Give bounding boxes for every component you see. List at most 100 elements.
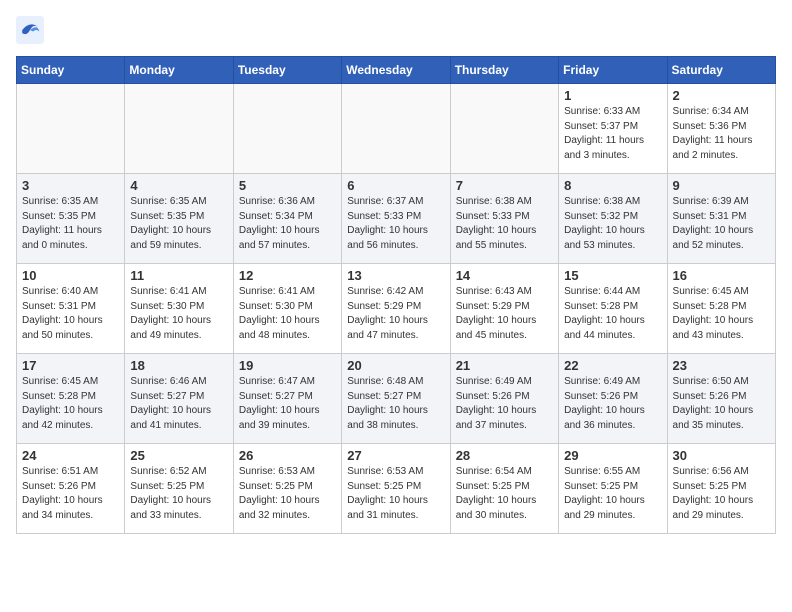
calendar-day-cell: 16Sunrise: 6:45 AM Sunset: 5:28 PM Dayli… xyxy=(667,264,775,354)
day-number: 18 xyxy=(130,358,227,373)
calendar-header: SundayMondayTuesdayWednesdayThursdayFrid… xyxy=(17,57,776,84)
weekday-header-sunday: Sunday xyxy=(17,57,125,84)
day-number: 14 xyxy=(456,268,553,283)
calendar-day-cell: 2Sunrise: 6:34 AM Sunset: 5:36 PM Daylig… xyxy=(667,84,775,174)
calendar-day-cell: 8 Sunrise: 6:38 AM Sunset: 5:32 PM Daylig… xyxy=(559,174,667,264)
day-number: 13 xyxy=(347,268,444,283)
day-info: Sunrise: 6:39 AM Sunset: 5:31 PM Dayligh… xyxy=(673,195,770,253)
calendar-day-cell: 22 Sunrise: 6:49 AM Sunset: 5:26 PM Dayli… xyxy=(559,354,667,444)
calendar-day-cell: 4 Sunrise: 6:35 AM Sunset: 5:35 PM Daylig… xyxy=(125,174,233,264)
day-number: 24 xyxy=(22,448,119,463)
day-number: 15 xyxy=(564,268,661,283)
calendar-day-cell: 7 Sunrise: 6:38 AM Sunset: 5:33 PM Daylig… xyxy=(450,174,558,264)
day-number: 8 xyxy=(564,178,661,193)
empty-cell xyxy=(233,84,341,174)
calendar-day-cell: 20 Sunrise: 6:48 AM Sunset: 5:27 PM Dayli… xyxy=(342,354,450,444)
calendar-day-cell: 17 Sunrise: 6:45 AM Sunset: 5:28 PM Dayli… xyxy=(17,354,125,444)
day-info: Sunrise: 6:45 AM Sunset: 5:28 PM Dayligh… xyxy=(673,285,770,343)
calendar-day-cell: 3 Sunrise: 6:35 AM Sunset: 5:35 PM Daylig… xyxy=(17,174,125,264)
day-info: Sunrise: 6:54 AM Sunset: 5:25 PM Dayligh… xyxy=(456,465,553,523)
day-info: Sunrise: 6:47 AM Sunset: 5:27 PM Dayligh… xyxy=(239,375,336,433)
day-info: Sunrise: 6:52 AM Sunset: 5:25 PM Dayligh… xyxy=(130,465,227,523)
calendar-day-cell: 23Sunrise: 6:50 AM Sunset: 5:26 PM Dayli… xyxy=(667,354,775,444)
day-info: Sunrise: 6:37 AM Sunset: 5:33 PM Dayligh… xyxy=(347,195,444,253)
day-number: 17 xyxy=(22,358,119,373)
calendar-week-row: 10 Sunrise: 6:40 AM Sunset: 5:31 PM Dayli… xyxy=(17,264,776,354)
day-info: Sunrise: 6:50 AM Sunset: 5:26 PM Dayligh… xyxy=(673,375,770,433)
weekday-header-thursday: Thursday xyxy=(450,57,558,84)
day-number: 9 xyxy=(673,178,770,193)
logo xyxy=(16,16,48,44)
day-number: 2 xyxy=(673,88,770,103)
day-number: 6 xyxy=(347,178,444,193)
empty-cell xyxy=(450,84,558,174)
day-info: Sunrise: 6:51 AM Sunset: 5:26 PM Dayligh… xyxy=(22,465,119,523)
day-info: Sunrise: 6:35 AM Sunset: 5:35 PM Dayligh… xyxy=(130,195,227,253)
logo-icon xyxy=(16,16,44,44)
day-number: 3 xyxy=(22,178,119,193)
day-number: 22 xyxy=(564,358,661,373)
calendar-day-cell: 27 Sunrise: 6:53 AM Sunset: 5:25 PM Dayli… xyxy=(342,444,450,534)
calendar-day-cell: 13 Sunrise: 6:42 AM Sunset: 5:29 PM Dayli… xyxy=(342,264,450,354)
day-info: Sunrise: 6:41 AM Sunset: 5:30 PM Dayligh… xyxy=(239,285,336,343)
day-info: Sunrise: 6:43 AM Sunset: 5:29 PM Dayligh… xyxy=(456,285,553,343)
calendar-day-cell: 9 Sunrise: 6:39 AM Sunset: 5:31 PM Daylig… xyxy=(667,174,775,264)
weekday-header-monday: Monday xyxy=(125,57,233,84)
calendar-day-cell: 12 Sunrise: 6:41 AM Sunset: 5:30 PM Dayli… xyxy=(233,264,341,354)
day-number: 10 xyxy=(22,268,119,283)
day-number: 19 xyxy=(239,358,336,373)
calendar-day-cell: 19 Sunrise: 6:47 AM Sunset: 5:27 PM Dayli… xyxy=(233,354,341,444)
day-info: Sunrise: 6:45 AM Sunset: 5:28 PM Dayligh… xyxy=(22,375,119,433)
calendar-day-cell: 30Sunrise: 6:56 AM Sunset: 5:25 PM Dayli… xyxy=(667,444,775,534)
day-info: Sunrise: 6:38 AM Sunset: 5:33 PM Dayligh… xyxy=(456,195,553,253)
page-header xyxy=(16,16,776,44)
day-info: Sunrise: 6:40 AM Sunset: 5:31 PM Dayligh… xyxy=(22,285,119,343)
day-info: Sunrise: 6:42 AM Sunset: 5:29 PM Dayligh… xyxy=(347,285,444,343)
day-info: Sunrise: 6:53 AM Sunset: 5:25 PM Dayligh… xyxy=(347,465,444,523)
day-info: Sunrise: 6:49 AM Sunset: 5:26 PM Dayligh… xyxy=(564,375,661,433)
calendar-day-cell: 14 Sunrise: 6:43 AM Sunset: 5:29 PM Dayli… xyxy=(450,264,558,354)
calendar-day-cell: 29Sunrise: 6:55 AM Sunset: 5:25 PM Dayli… xyxy=(559,444,667,534)
empty-cell xyxy=(342,84,450,174)
calendar-day-cell: 5Sunrise: 6:36 AM Sunset: 5:34 PM Daylig… xyxy=(233,174,341,264)
calendar-day-cell: 25 Sunrise: 6:52 AM Sunset: 5:25 PM Dayli… xyxy=(125,444,233,534)
day-number: 5 xyxy=(239,178,336,193)
day-number: 20 xyxy=(347,358,444,373)
day-number: 7 xyxy=(456,178,553,193)
calendar-day-cell: 28 Sunrise: 6:54 AM Sunset: 5:25 PM Dayli… xyxy=(450,444,558,534)
day-info: Sunrise: 6:38 AM Sunset: 5:32 PM Dayligh… xyxy=(564,195,661,253)
calendar-day-cell: 6 Sunrise: 6:37 AM Sunset: 5:33 PM Daylig… xyxy=(342,174,450,264)
day-number: 21 xyxy=(456,358,553,373)
day-number: 1 xyxy=(564,88,661,103)
day-number: 25 xyxy=(130,448,227,463)
day-info: Sunrise: 6:48 AM Sunset: 5:27 PM Dayligh… xyxy=(347,375,444,433)
calendar-week-row: 1 Sunrise: 6:33 AM Sunset: 5:37 PM Daylig… xyxy=(17,84,776,174)
day-info: Sunrise: 6:35 AM Sunset: 5:35 PM Dayligh… xyxy=(22,195,119,253)
weekday-header-row: SundayMondayTuesdayWednesdayThursdayFrid… xyxy=(17,57,776,84)
empty-cell xyxy=(17,84,125,174)
day-number: 4 xyxy=(130,178,227,193)
day-info: Sunrise: 6:33 AM Sunset: 5:37 PM Dayligh… xyxy=(564,105,661,163)
day-info: Sunrise: 6:49 AM Sunset: 5:26 PM Dayligh… xyxy=(456,375,553,433)
calendar-day-cell: 26 Sunrise: 6:53 AM Sunset: 5:25 PM Dayli… xyxy=(233,444,341,534)
calendar-body: 1 Sunrise: 6:33 AM Sunset: 5:37 PM Daylig… xyxy=(17,84,776,534)
calendar-day-cell: 11 Sunrise: 6:41 AM Sunset: 5:30 PM Dayli… xyxy=(125,264,233,354)
calendar-day-cell: 1 Sunrise: 6:33 AM Sunset: 5:37 PM Daylig… xyxy=(559,84,667,174)
calendar-day-cell: 10 Sunrise: 6:40 AM Sunset: 5:31 PM Dayli… xyxy=(17,264,125,354)
day-number: 12 xyxy=(239,268,336,283)
day-number: 26 xyxy=(239,448,336,463)
day-number: 29 xyxy=(564,448,661,463)
calendar-day-cell: 21 Sunrise: 6:49 AM Sunset: 5:26 PM Dayli… xyxy=(450,354,558,444)
weekday-header-tuesday: Tuesday xyxy=(233,57,341,84)
day-info: Sunrise: 6:56 AM Sunset: 5:25 PM Dayligh… xyxy=(673,465,770,523)
empty-cell xyxy=(125,84,233,174)
day-info: Sunrise: 6:53 AM Sunset: 5:25 PM Dayligh… xyxy=(239,465,336,523)
day-number: 27 xyxy=(347,448,444,463)
calendar-day-cell: 18Sunrise: 6:46 AM Sunset: 5:27 PM Dayli… xyxy=(125,354,233,444)
day-number: 11 xyxy=(130,268,227,283)
day-info: Sunrise: 6:41 AM Sunset: 5:30 PM Dayligh… xyxy=(130,285,227,343)
day-number: 28 xyxy=(456,448,553,463)
weekday-header-saturday: Saturday xyxy=(667,57,775,84)
day-info: Sunrise: 6:44 AM Sunset: 5:28 PM Dayligh… xyxy=(564,285,661,343)
calendar-day-cell: 24 Sunrise: 6:51 AM Sunset: 5:26 PM Dayli… xyxy=(17,444,125,534)
